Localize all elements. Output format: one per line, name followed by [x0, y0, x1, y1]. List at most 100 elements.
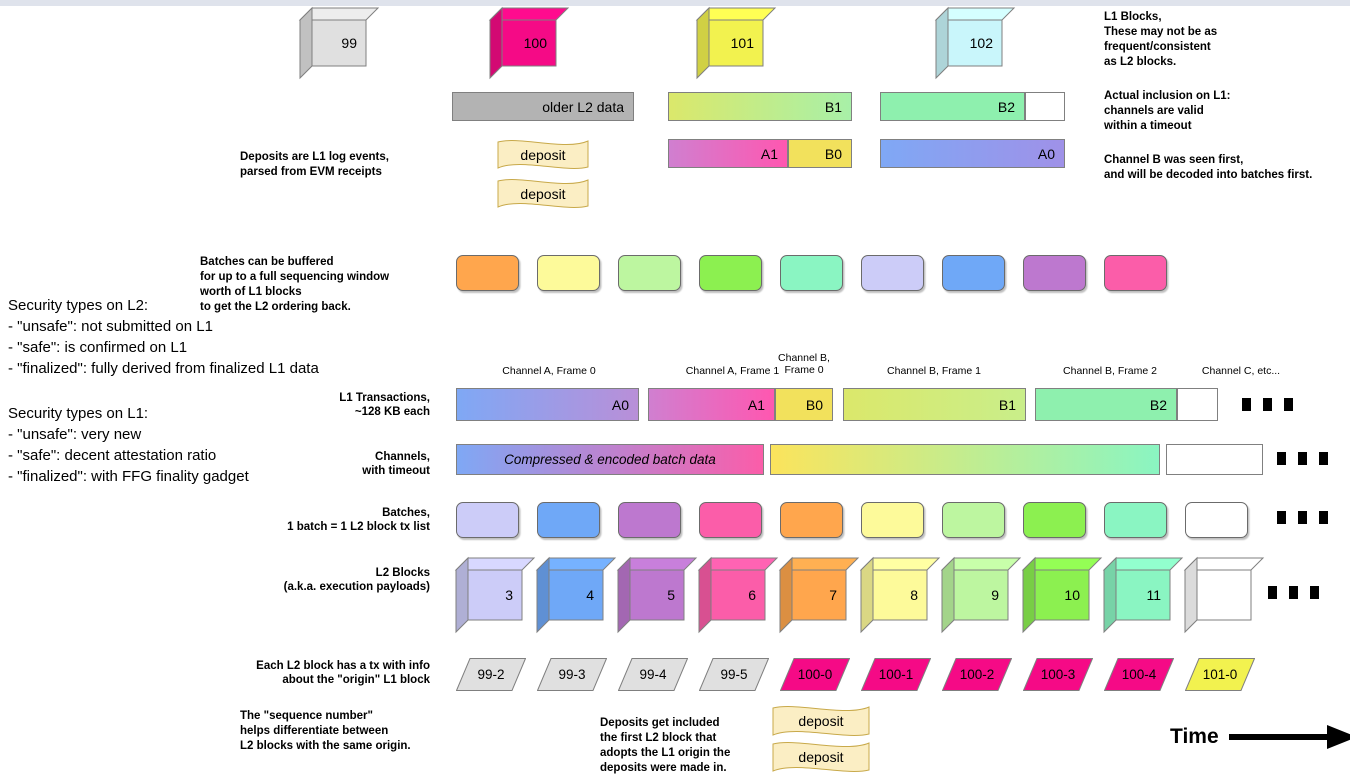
block-number: 6	[748, 587, 756, 603]
bar-label: B1	[824, 98, 842, 115]
block-cube-l1-99: 99	[298, 6, 380, 80]
deposit-label: deposit	[520, 146, 566, 163]
bar-label: A0	[611, 396, 629, 413]
block-number	[1197, 570, 1251, 620]
bar-label: older L2 data	[542, 98, 624, 115]
l1-frame-bar-a0: A0	[880, 139, 1065, 168]
block-cube-l1-101: 101	[695, 6, 777, 80]
block-number: 3	[505, 587, 513, 603]
origin-parallelogram-4: 100-0	[780, 658, 850, 691]
row-label-channels: Channels, with timeout	[362, 451, 430, 477]
block-number: 11	[1146, 587, 1161, 603]
origin-parallelogram-0: 99-2	[456, 658, 526, 691]
origin-parallelogram-5: 100-1	[861, 658, 931, 691]
channels-ellipsis	[1277, 452, 1328, 465]
batch-chip-4	[780, 502, 843, 538]
channel-bar-empty-1	[770, 444, 1160, 475]
origin-label: 99-3	[558, 667, 586, 682]
block-cube-l2-9: 9	[940, 556, 1022, 634]
block-number: 8	[910, 587, 918, 603]
block-cube-l2-5: 5	[616, 556, 698, 634]
origin-label: 100-4	[1121, 667, 1157, 682]
origin-label: 100-3	[1040, 667, 1076, 682]
deposit-shape-top-1: deposit	[497, 176, 589, 211]
note-l1-blocks: L1 Blocks, These may not be as frequent/…	[1104, 11, 1218, 68]
block-number: 102	[969, 35, 993, 51]
block-cube-l2-8: 8	[859, 556, 941, 634]
origin-parallelogram-8: 100-4	[1104, 658, 1174, 691]
time-label: Time	[1170, 725, 1219, 748]
l1-tx-bar-b1: B1	[843, 388, 1026, 421]
buffered-batch-2	[618, 255, 681, 291]
note-deposits-log-events: Deposits are L1 log events, parsed from …	[240, 151, 389, 178]
time-axis: Time	[1170, 722, 1350, 752]
l1-tx-bar-a1: A1	[648, 388, 775, 421]
channel-bar-compressed-encoded-batch-data: Compressed & encoded batch data	[456, 444, 764, 475]
l1-transactions-ellipsis	[1242, 398, 1293, 411]
window-top-strip	[0, 0, 1350, 6]
security-types-l2: Security types on L2: - "unsafe": not su…	[8, 297, 319, 377]
row-label-origins: Each L2 block has a tx with info about t…	[256, 660, 430, 686]
deposit-shape-top-0: deposit	[497, 137, 589, 172]
batch-chip-0	[456, 502, 519, 538]
origin-label: 99-2	[477, 667, 505, 682]
batch-chip-5	[861, 502, 924, 538]
block-number: 101	[730, 35, 754, 51]
block-cube-l1-102: 102	[934, 6, 1016, 80]
origin-parallelogram-3: 99-5	[699, 658, 769, 691]
row-label-l1-transactions: L1 Transactions, ~128 KB each	[339, 392, 430, 418]
deposit-shape-bottom-0: deposit	[772, 703, 870, 739]
channel-frame-header-0: Channel A, Frame 0	[502, 365, 596, 377]
l1-frame-bar-b0: B0	[788, 139, 852, 168]
batch-chip-8	[1104, 502, 1167, 538]
origin-parallelogram-2: 99-4	[618, 658, 688, 691]
l1-tx-bar-empty-5	[1177, 388, 1218, 421]
block-number: 5	[667, 587, 675, 603]
block-cube-l2-10: 10	[1021, 556, 1103, 634]
l2-blocks-ellipsis	[1268, 586, 1319, 599]
bar-label: B0	[805, 396, 823, 413]
origin-label: 99-5	[720, 667, 748, 682]
bar-label: Compressed & encoded batch data	[504, 452, 716, 467]
origin-parallelogram-9: 101-0	[1185, 658, 1255, 691]
block-cube-l2-11: 11	[1102, 556, 1184, 634]
l1-tx-bar-b0: B0	[775, 388, 833, 421]
buffered-batch-4	[780, 255, 843, 291]
deposit-shape-bottom-1: deposit	[772, 739, 870, 775]
origin-parallelogram-1: 99-3	[537, 658, 607, 691]
block-cube-l2-3: 3	[454, 556, 536, 634]
origin-label: 100-1	[878, 667, 914, 682]
buffered-batch-1	[537, 255, 600, 291]
batch-chip-9	[1185, 502, 1248, 538]
bar-label: A1	[760, 145, 778, 162]
origin-label: 101-0	[1202, 667, 1238, 682]
l1-inclusion-bar-b1: B1	[668, 92, 852, 121]
block-number: 10	[1064, 587, 1080, 603]
block-cube-l2-empty	[1183, 556, 1265, 634]
bar-label: B1	[998, 396, 1016, 413]
block-number: 100	[523, 35, 547, 51]
batch-chip-2	[618, 502, 681, 538]
channel-frame-header-2: Channel B, Frame 0	[778, 352, 830, 376]
block-number: 7	[829, 587, 837, 603]
origin-label: 99-4	[639, 667, 667, 682]
l1-inclusion-bar-empty-3	[1025, 92, 1065, 121]
buffered-batch-7	[1023, 255, 1086, 291]
block-cube-l2-4: 4	[535, 556, 617, 634]
batch-chip-6	[942, 502, 1005, 538]
block-cube-l2-7: 7	[778, 556, 860, 634]
l1-inclusion-bar-b2: B2	[880, 92, 1025, 121]
note-channel-b-first: Channel B was seen first, and will be de…	[1104, 154, 1313, 181]
block-cube-l2-6: 6	[697, 556, 779, 634]
origin-label: 100-0	[797, 667, 833, 682]
batch-chip-1	[537, 502, 600, 538]
l1-inclusion-bar-older-l2-data: older L2 data	[452, 92, 634, 121]
batches-ellipsis	[1277, 511, 1328, 524]
block-cube-l1-100: 100	[488, 6, 570, 80]
batch-chip-7	[1023, 502, 1086, 538]
block-number: 9	[991, 587, 999, 603]
buffered-batch-8	[1104, 255, 1167, 291]
block-number: 4	[586, 587, 594, 603]
block-number: 99	[341, 35, 357, 51]
arrow-right-icon	[1228, 725, 1350, 749]
